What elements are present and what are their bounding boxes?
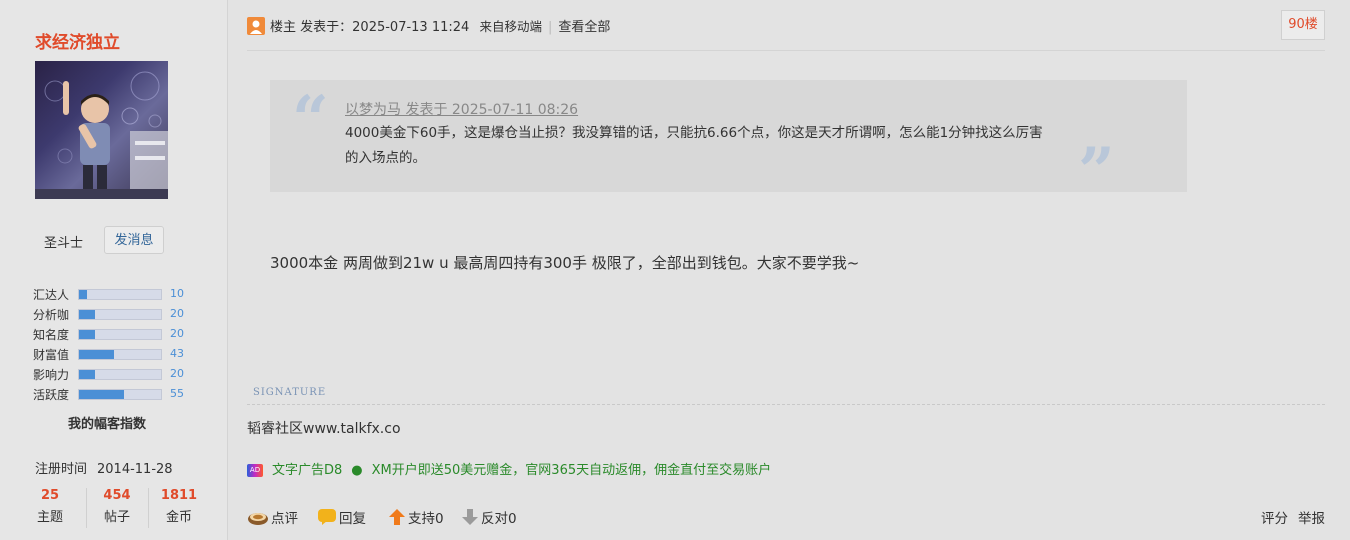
post-tools: 评分 举报	[1251, 507, 1325, 527]
oppose-button[interactable]: 反对0	[461, 507, 517, 530]
stat-row: 汇达人 10	[33, 285, 203, 305]
send-message-button[interactable]: 发消息	[104, 226, 164, 254]
quote-author-link[interactable]: 以梦为马 发表于 2025-07-11 08:26	[345, 99, 578, 119]
op-label: 楼主	[270, 20, 297, 35]
count-label: 帖子	[103, 510, 130, 525]
close-quote-icon: ”	[1078, 134, 1115, 209]
post-actions: 点评 回复 支持0 反对0 评分 举报	[247, 507, 1325, 529]
posts-count[interactable]: 454 帖子	[86, 488, 147, 528]
registration-info: 注册时间 2014-11-28	[35, 458, 173, 477]
post-header: 楼主 发表于：2025-07-13 11:24 来自移动端 | 查看全部 90楼	[247, 10, 1325, 51]
stat-fill	[79, 390, 125, 399]
stat-label: 财富值	[33, 348, 70, 362]
ad-icon: AD	[247, 464, 263, 477]
count-number: 454	[103, 488, 131, 503]
stat-label: 汇达人	[33, 288, 70, 302]
stat-label: 知名度	[33, 328, 70, 342]
username[interactable]: 求经济独立	[35, 28, 120, 53]
user-stats: 汇达人 10 分析咖 20 知名度 20 财富值 43 影响力 20 活跃度 55	[33, 285, 203, 405]
stat-bar	[78, 309, 162, 320]
open-quote-icon: “	[292, 82, 329, 157]
user-sidebar: 求经济独立 圣斗士 发消息 汇达人 10 分析咖 20 知名度 20 财富值 43 影响力 20 活…	[0, 0, 228, 540]
post-meta: 楼主 发表于：2025-07-13 11:24 来自移动端 | 查看全部	[270, 16, 610, 35]
stat-value: 20	[170, 327, 184, 340]
stat-bar	[78, 329, 162, 340]
post-body: 3000本金 两周做到21w u 最高周四持有300手 极限了，全部出到钱包。大…	[270, 254, 860, 272]
count-label: 主题	[36, 510, 63, 525]
oppose-label: 反对0	[481, 511, 517, 527]
stat-fill	[79, 330, 96, 339]
count-number: 25	[40, 488, 60, 503]
stat-row: 知名度 20	[33, 325, 203, 345]
stat-row: 分析咖 20	[33, 305, 203, 325]
down-arrow-icon	[461, 508, 479, 530]
reply-button[interactable]: 回复	[317, 507, 366, 530]
quote-block: “ 以梦为马 发表于 2025-07-11 08:26 4000美金下60手，这…	[270, 80, 1187, 204]
stat-row: 影响力 20	[33, 365, 203, 385]
stat-bar	[78, 369, 162, 380]
report-link[interactable]: 举报	[1298, 511, 1325, 527]
post-time: 发表于：2025-07-13 11:24	[300, 20, 470, 35]
comment-button[interactable]: 点评	[247, 507, 298, 530]
text-ad[interactable]: AD 文字广告D8 ● XM开户即送50美元赠金，官网365天自动返佣，佣金直付至交易…	[247, 459, 771, 478]
stat-fill	[79, 370, 96, 379]
user-rank: 圣斗士	[44, 236, 84, 251]
stat-value: 20	[170, 307, 184, 320]
stat-value: 10	[170, 287, 184, 300]
reg-date: 2014-11-28	[97, 462, 173, 477]
support-label: 支持0	[408, 511, 444, 527]
stat-row: 活跃度 55	[33, 385, 203, 405]
signature-text: 韬睿社区www.talkfx.co	[247, 421, 401, 437]
view-all-link[interactable]: 查看全部	[558, 20, 610, 35]
avatar-photo	[35, 71, 168, 199]
stat-label: 影响力	[33, 368, 70, 382]
post-source: 来自移动端	[479, 19, 542, 34]
stat-value: 55	[170, 387, 184, 400]
support-button[interactable]: 支持0	[388, 507, 444, 530]
reg-label: 注册时间	[35, 462, 88, 477]
quote-text: 4000美金下60手，这是爆仓当止损？我没算错的话，只能抗6.66个点，你这是天…	[345, 125, 1043, 166]
count-number: 1811	[160, 488, 198, 503]
original-poster-icon	[247, 17, 265, 35]
count-label: 金币	[165, 510, 192, 525]
coins-count[interactable]: 1811 金币	[148, 488, 209, 528]
stat-label: 活跃度	[33, 388, 70, 402]
coffee-cup-icon	[247, 508, 269, 530]
stat-value: 20	[170, 367, 184, 380]
ad-label[interactable]: 文字广告D8	[272, 463, 342, 478]
stat-bar	[78, 349, 162, 360]
topics-count[interactable]: 25 主题	[20, 488, 80, 525]
divider: |	[547, 20, 553, 35]
stat-value: 43	[170, 347, 184, 360]
index-label[interactable]: 我的幅客指数	[68, 413, 146, 432]
speech-bubble-icon	[317, 508, 337, 530]
comment-label: 点评	[271, 511, 298, 527]
ad-link[interactable]: XM开户即送50美元赠金，官网365天自动返佣，佣金直付至交易账户	[372, 463, 771, 478]
up-arrow-icon	[388, 508, 406, 530]
stat-bar	[78, 289, 162, 300]
stat-bar	[78, 389, 162, 400]
stat-fill	[79, 310, 96, 319]
stat-label: 分析咖	[33, 308, 70, 322]
rate-link[interactable]: 评分	[1261, 511, 1288, 527]
reply-label: 回复	[339, 511, 366, 527]
stat-row: 财富值 43	[33, 345, 203, 365]
floor-number[interactable]: 90楼	[1281, 10, 1325, 40]
stat-fill	[79, 350, 115, 359]
signature-divider	[247, 404, 1325, 405]
user-counts: 25 主题 454 帖子 1811 金币	[20, 488, 220, 532]
avatar[interactable]	[35, 61, 168, 199]
ad-dot: ●	[351, 463, 363, 478]
post-main: 楼主 发表于：2025-07-13 11:24 来自移动端 | 查看全部 90楼 “…	[247, 0, 1325, 540]
stat-fill	[79, 290, 88, 299]
signature-label: SIGNATURE	[253, 387, 327, 398]
